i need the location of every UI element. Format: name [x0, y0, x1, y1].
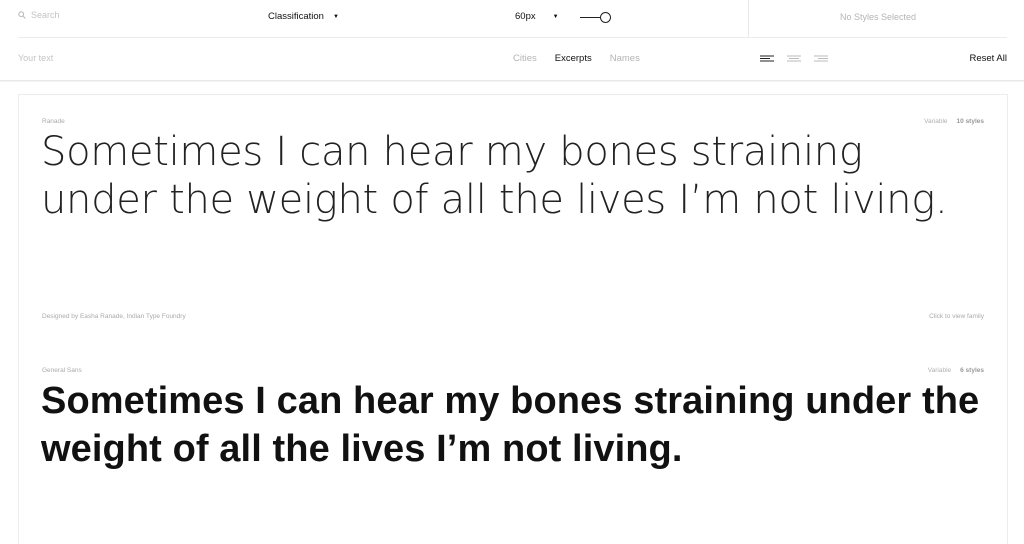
search-input[interactable]	[31, 10, 211, 20]
top-toolbar: Classification ▼ 60px ▼ No Styles Select…	[0, 0, 1024, 38]
slider-track	[580, 17, 601, 19]
font-name: Ranade	[42, 118, 65, 125]
font-designer: Designed by Easha Ranade, Indian Type Fo…	[42, 313, 186, 320]
font-sample-text: Sometimes I can hear my bones straining …	[41, 129, 948, 223]
classification-dropdown[interactable]: Classification ▼	[268, 11, 339, 22]
font-name: General Sans	[42, 367, 82, 374]
header-shadow	[0, 80, 1024, 82]
font-size-label: 60px	[515, 11, 536, 22]
classification-label: Classification	[268, 11, 324, 22]
text-alignment-group	[760, 55, 828, 62]
view-family-link[interactable]: Click to view family	[929, 313, 984, 320]
font-sample-text: Sometimes I can hear my bones straining …	[41, 380, 980, 470]
caret-down-icon: ▼	[552, 13, 559, 20]
align-right-icon[interactable]	[814, 55, 828, 62]
font-style-count: 6 styles	[960, 367, 984, 374]
caret-down-icon: ▼	[332, 13, 339, 20]
preview-options-bar: Cities Excerpts Names Reset All	[0, 38, 1024, 80]
custom-text-input[interactable]	[18, 53, 318, 63]
font-style-count: 10 styles	[956, 118, 984, 125]
font-meta: Variable 10 styles	[924, 118, 984, 125]
search-icon	[18, 11, 26, 19]
font-size-slider[interactable]	[580, 12, 614, 23]
font-card-ranade[interactable]: Ranade Variable 10 styles Sometimes I ca…	[18, 94, 1008, 345]
align-left-icon[interactable]	[760, 55, 774, 62]
search-box[interactable]	[18, 10, 211, 20]
slider-thumb[interactable]	[600, 12, 611, 23]
font-type: Variable	[924, 118, 948, 125]
font-type: Variable	[927, 367, 952, 374]
align-center-icon[interactable]	[787, 55, 801, 62]
reset-all-button[interactable]: Reset All	[970, 53, 1008, 64]
font-meta: Variable 6 styles	[928, 367, 984, 374]
sample-text-tabs: Cities Excerpts Names	[513, 53, 640, 64]
tab-cities[interactable]: Cities	[513, 53, 537, 64]
font-size-dropdown[interactable]: 60px ▼	[515, 11, 559, 22]
tab-names[interactable]: Names	[610, 53, 640, 64]
styles-selection-status[interactable]: No Styles Selected	[749, 12, 1007, 22]
font-card-general-sans[interactable]: General Sans Variable 6 styles Sometimes…	[18, 344, 1008, 544]
tab-excerpts[interactable]: Excerpts	[555, 53, 592, 64]
